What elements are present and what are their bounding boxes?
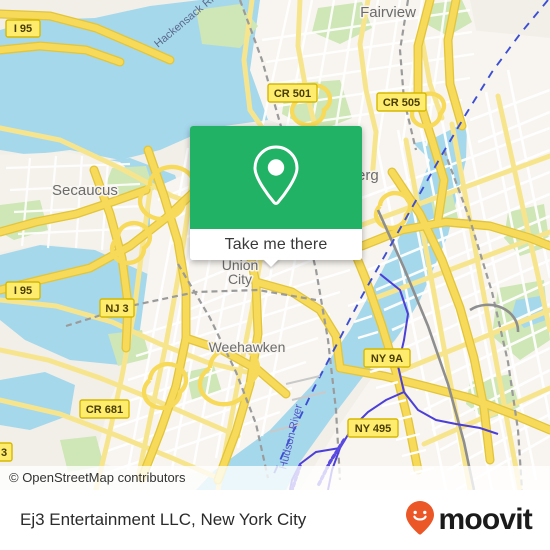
moovit-pin-smile-icon [405,500,435,541]
map-pin-icon [249,142,303,213]
bottom-info-bar: Ej3 Entertainment LLC, New York City moo… [0,490,550,550]
popup-pointer-tail [262,258,280,267]
svg-text:NY 9A: NY 9A [371,353,403,365]
road-shield-nj3-partial: 3 [0,442,13,462]
svg-text:CR 505: CR 505 [383,97,420,109]
road-shield-nj3: NJ 3 [99,298,135,318]
road-shield-i95-top: I 95 [5,19,41,38]
place-label-secaucus: Secaucus [52,182,118,199]
road-shield-cr681: CR 681 [79,399,130,419]
svg-text:3: 3 [1,447,7,459]
place-label-weehawken: Weehawken [209,339,286,355]
road-shield-ny495: NY 495 [347,418,399,438]
svg-text:CR 681: CR 681 [86,404,123,416]
svg-text:I 95: I 95 [14,285,32,297]
popup-header [190,126,362,229]
road-shield-cr501: CR 501 [267,83,318,103]
place-label-city: City [228,271,252,287]
road-shield-i95-left: I 95 [5,281,41,300]
svg-text:CR 501: CR 501 [274,88,311,100]
road-shield-cr505: CR 505 [376,92,427,112]
moovit-place-map-screenshot: Hackensack River Hudson River Fairview S… [0,0,550,550]
place-label-fairview: Fairview [360,4,416,21]
svg-text:I 95: I 95 [14,23,32,35]
place-title: Ej3 Entertainment LLC, New York City [20,510,307,529]
svg-text:NJ 3: NJ 3 [105,303,128,315]
popup-footer[interactable]: Take me there [190,229,362,260]
road-shield-ny9a: NY 9A [363,348,411,368]
map-attribution[interactable]: © OpenStreetMap contributors [0,466,550,490]
moovit-wordmark: moovit [438,503,532,536]
moovit-logo[interactable]: moovit [405,500,533,541]
svg-text:NY 495: NY 495 [355,423,392,435]
take-me-there-button[interactable]: Take me there [225,236,328,254]
place-popup-card[interactable]: Take me there [190,126,362,260]
